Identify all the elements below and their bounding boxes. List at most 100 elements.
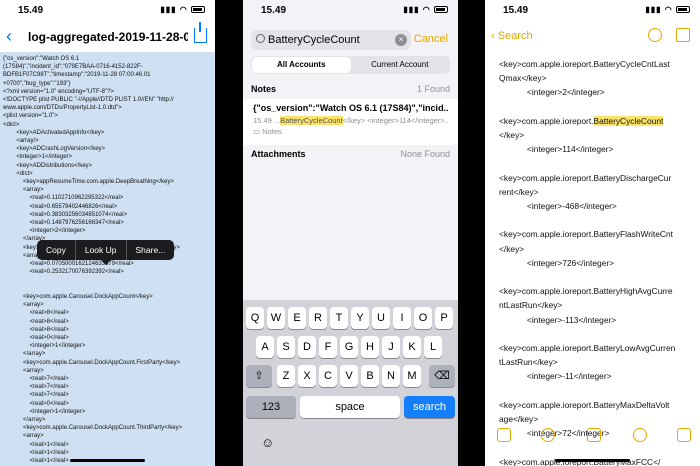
note-highlight: BatteryCycleCount <box>593 115 664 126</box>
home-indicator <box>555 459 630 462</box>
markup-icon[interactable] <box>633 428 647 442</box>
share-icon[interactable] <box>676 28 690 42</box>
nav-bar: ‹ log-aggregated-2019-11-28-07... <box>0 22 215 52</box>
emoji-icon[interactable]: ☺ <box>261 435 274 450</box>
key-h[interactable]: H <box>361 336 379 358</box>
notes-header-label: Notes <box>251 84 277 94</box>
tab-current-account[interactable]: Current Account <box>351 57 450 73</box>
key-i[interactable]: I <box>393 307 411 329</box>
delete-key[interactable]: ⌫ <box>429 365 455 387</box>
search-icon <box>256 34 265 43</box>
key-q[interactable]: Q <box>246 307 264 329</box>
space-key[interactable]: space <box>300 396 400 418</box>
note-line: <key>com.apple.ioreport.BatteryMaxDeltaV… <box>499 399 670 410</box>
note-line: rent</key> <box>499 186 539 197</box>
key-o[interactable]: O <box>414 307 432 329</box>
note-line: <integer>2</integer> <box>499 87 605 98</box>
notes-count: 1 Found <box>416 84 450 94</box>
note-line: <integer>-11</integer> <box>499 371 612 382</box>
attachments-count: None Found <box>400 149 450 159</box>
key-l[interactable]: L <box>424 336 442 358</box>
note-line: age</key> <box>499 414 539 425</box>
checklist-icon[interactable] <box>541 428 555 442</box>
note-line: </key> <box>499 243 525 254</box>
key-w[interactable]: W <box>267 307 285 329</box>
status-time: 15.49 <box>261 5 287 16</box>
key-c[interactable]: C <box>319 365 337 387</box>
copy-button[interactable]: Copy <box>37 240 76 260</box>
look-up-button[interactable]: Look Up <box>76 240 127 260</box>
note-line: <key>com.apple.ioreport.BatteryDischarge… <box>499 172 672 183</box>
result-snippet-pre: ... <box>271 116 281 125</box>
back-chevron-icon[interactable]: ‹ <box>6 26 12 47</box>
note-line: <key>com.apple.ioreport.BatteryHighAvgCu… <box>499 286 673 297</box>
result-title: {"os_version":"Watch OS 6.1 (17S84)","in… <box>253 103 448 113</box>
tab-all-accounts[interactable]: All Accounts <box>252 57 351 73</box>
panel-note-detail: 15.49 ▮▮▮ ◠ ‹ Search <key>com.apple.iore… <box>485 0 700 466</box>
key-e[interactable]: E <box>288 307 306 329</box>
status-bar: 15.49 ▮▮▮ ◠ <box>485 0 700 20</box>
battery-icon <box>191 6 205 14</box>
result-highlight: BatteryCycleCount <box>280 116 343 125</box>
panel-notes-search: 15.49 ▮▮▮ ◠ BatteryCycleCount × Cancel A… <box>243 0 458 466</box>
battery-icon <box>434 6 448 14</box>
key-z[interactable]: Z <box>277 365 295 387</box>
key-j[interactable]: J <box>382 336 400 358</box>
camera-icon[interactable] <box>587 428 601 442</box>
note-line <box>499 156 694 170</box>
shift-key[interactable]: ⇧ <box>246 365 272 387</box>
back-search-label: Search <box>497 30 533 42</box>
key-m[interactable]: M <box>403 365 421 387</box>
status-icons: ▮▮▮ ◠ <box>645 5 690 14</box>
key-b[interactable]: B <box>361 365 379 387</box>
note-line: <key>com.apple.ioreport.BatteryFlashWrit… <box>499 229 673 240</box>
share-icon[interactable] <box>194 22 207 43</box>
note-line <box>499 100 694 114</box>
key-y[interactable]: Y <box>351 307 369 329</box>
key-n[interactable]: N <box>382 365 400 387</box>
add-people-icon[interactable] <box>647 28 662 42</box>
status-icons: ▮▮▮ ◠ <box>160 5 205 14</box>
share-menu-button[interactable]: Share... <box>127 240 175 260</box>
key-r[interactable]: R <box>309 307 327 329</box>
keyboard: QWERTYUIOP ASDFGHJKL ⇧ ⌫ ZXCVBNM 123 spa… <box>243 300 458 466</box>
toolbar-top <box>638 28 690 47</box>
search-input[interactable]: BatteryCycleCount <box>268 34 360 46</box>
note-line: <integer>-468</integer> <box>499 201 617 212</box>
note-line <box>499 270 694 284</box>
cancel-button[interactable]: Cancel <box>414 33 448 45</box>
key-p[interactable]: P <box>435 307 453 329</box>
attachments-header-label: Attachments <box>251 149 306 159</box>
key-k[interactable]: K <box>403 336 421 358</box>
compose-icon[interactable] <box>677 428 691 442</box>
key-f[interactable]: F <box>319 336 337 358</box>
key-t[interactable]: T <box>330 307 348 329</box>
key-v[interactable]: V <box>340 365 358 387</box>
numbers-key[interactable]: 123 <box>246 396 296 418</box>
status-bar: 15.49 ▮▮▮ ◠ <box>243 0 458 20</box>
search-field[interactable]: BatteryCycleCount × <box>251 30 411 50</box>
key-x[interactable]: X <box>298 365 316 387</box>
status-bar: 15.49 ▮▮▮ ◠ <box>0 0 215 20</box>
back-search-button[interactable]: ‹ Search <box>491 30 533 42</box>
status-time: 15.49 <box>503 5 529 16</box>
note-line: Qmax</key> <box>499 73 547 84</box>
status-icons: ▮▮▮ ◠ <box>403 5 448 14</box>
battery-icon <box>676 6 690 14</box>
search-key[interactable]: search <box>404 396 455 418</box>
result-time: 15.49 <box>253 116 272 125</box>
clear-icon[interactable]: × <box>395 34 407 46</box>
search-result-note[interactable]: {"os_version":"Watch OS 6.1 (17S84)","in… <box>243 99 458 145</box>
note-body[interactable]: <key>com.apple.ioreport.BatteryCycleCntL… <box>499 57 694 466</box>
note-line: <key>com.apple.ioreport.BatteryCycleCntL… <box>499 59 670 69</box>
key-g[interactable]: G <box>340 336 358 358</box>
note-line: tLastRun</key> <box>499 357 558 368</box>
key-u[interactable]: U <box>372 307 390 329</box>
key-d[interactable]: D <box>298 336 316 358</box>
key-a[interactable]: A <box>256 336 274 358</box>
trash-icon[interactable] <box>497 428 511 442</box>
key-s[interactable]: S <box>277 336 295 358</box>
home-indicator <box>70 459 145 462</box>
notes-section-header: Notes 1 Found <box>251 84 450 94</box>
panel-file-viewer: 15.49 ▮▮▮ ◠ ‹ log-aggregated-2019-11-28-… <box>0 0 215 466</box>
